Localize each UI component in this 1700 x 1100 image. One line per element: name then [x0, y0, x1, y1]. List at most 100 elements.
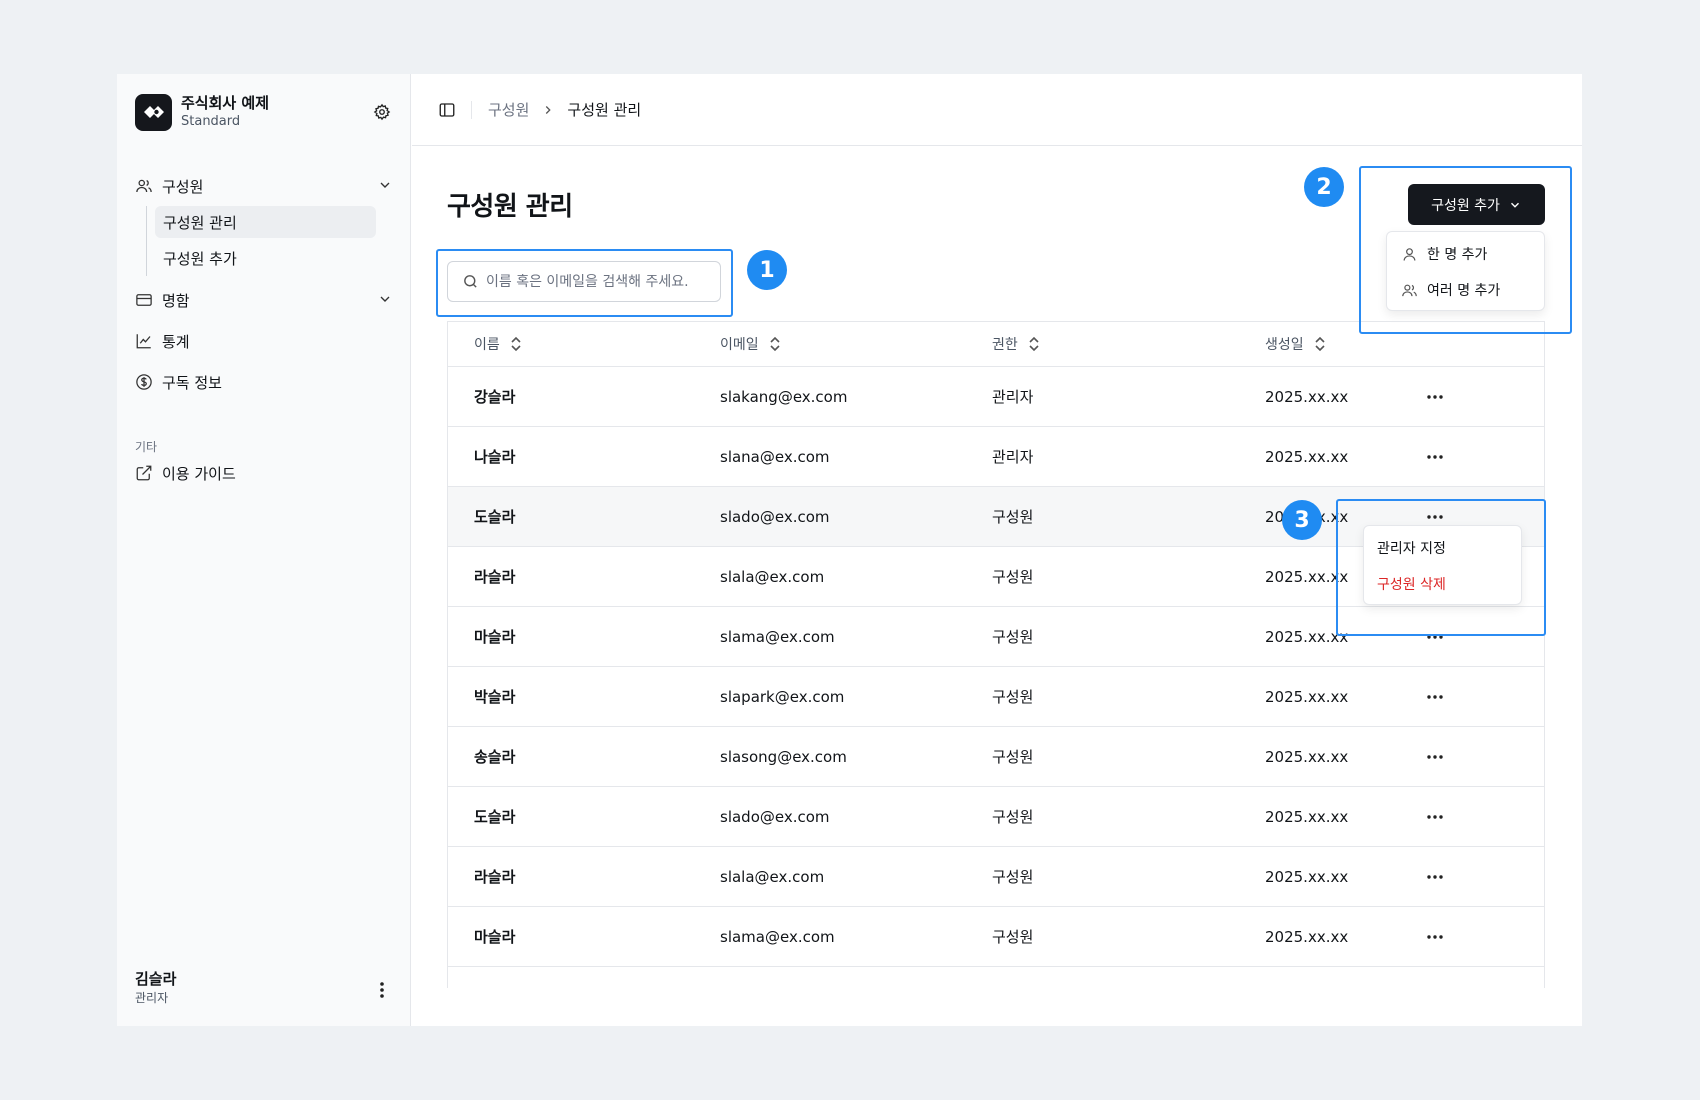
- cell-created: 2025.xx.xx: [1265, 988, 1420, 989]
- menu-item-delete-member[interactable]: 구성원 삭제: [1364, 566, 1521, 602]
- sidebar-item-label: 이용 가이드: [162, 464, 236, 483]
- cell-role: 관리자: [992, 388, 1034, 406]
- column-header-label: 이름: [474, 337, 500, 353]
- add-member-button-label: 구성원 추가: [1431, 197, 1500, 214]
- more-horizontal-icon[interactable]: [1420, 805, 1450, 829]
- search-input[interactable]: [486, 273, 716, 290]
- more-horizontal-icon[interactable]: [1420, 925, 1450, 949]
- more-horizontal-icon[interactable]: [1420, 865, 1450, 889]
- breadcrumb-parent[interactable]: 구성원: [488, 99, 529, 120]
- menu-item-label: 구성원 삭제: [1377, 577, 1446, 593]
- brand-logo-icon: [135, 93, 172, 131]
- more-horizontal-icon[interactable]: [1420, 985, 1450, 989]
- menu-item-label: 한 명 추가: [1427, 247, 1488, 263]
- sort-icon: [1028, 336, 1040, 352]
- annotation-badge-3: 3: [1282, 500, 1322, 540]
- table-row[interactable]: 송슬라 slasong@ex.com 구성원 2025.xx.xx: [448, 727, 1544, 787]
- cell-email: slala@ex.com: [720, 867, 825, 886]
- column-header-role[interactable]: 권한: [992, 334, 1265, 354]
- sidebar-item-label: 구독 정보: [162, 373, 222, 392]
- table-row[interactable]: 마슬라 slama@ex.com 구성원 2025.xx.xx: [448, 607, 1544, 667]
- table-row[interactable]: 박슬라slapark@ex.com구성원2025.xx.xx: [448, 967, 1544, 989]
- top-bar: 구성원 구성원 관리: [412, 74, 1582, 146]
- table-body: 강슬라 slakang@ex.com 관리자 2025.xx.xx 나슬라 slana@e…: [448, 367, 1544, 988]
- cell-role: 구성원: [992, 928, 1034, 946]
- table-row[interactable]: 라슬라 slala@ex.com 구성원 2025.xx.xx: [448, 847, 1544, 907]
- sort-icon: [510, 336, 522, 352]
- user-name: 김슬라: [135, 970, 177, 988]
- annotation-badge-2: 2: [1304, 167, 1344, 207]
- sidebar-item-members[interactable]: 구성원: [135, 173, 393, 199]
- chevron-down-icon[interactable]: [377, 291, 393, 311]
- add-member-button[interactable]: 구성원 추가: [1408, 184, 1545, 225]
- search-icon: [462, 273, 479, 290]
- table-row[interactable]: 박슬라slapark@ex.com구성원2025.xx.xx: [448, 667, 1544, 727]
- add-member-menu: 한 명 추가 여러 명 추가: [1386, 231, 1545, 311]
- cell-email: slado@ex.com: [720, 507, 830, 526]
- sidebar-item-label: 통계: [162, 332, 190, 351]
- cell-name: 박슬라: [474, 688, 516, 706]
- more-vertical-icon[interactable]: [373, 980, 391, 1000]
- row-action-menu: 관리자 지정 구성원 삭제: [1363, 525, 1522, 605]
- more-horizontal-icon[interactable]: [1420, 385, 1450, 409]
- more-horizontal-icon[interactable]: [1420, 745, 1450, 769]
- table-row[interactable]: 강슬라 slakang@ex.com 관리자 2025.xx.xx: [448, 367, 1544, 427]
- breadcrumb: 구성원 구성원 관리: [488, 99, 641, 120]
- menu-item-label: 여러 명 추가: [1427, 283, 1501, 299]
- more-horizontal-icon[interactable]: [1420, 685, 1450, 709]
- cell-name: 도슬라: [474, 508, 516, 526]
- cell-email: slapark@ex.com: [720, 988, 992, 989]
- users-icon: [1401, 282, 1419, 299]
- cell-email: slasong@ex.com: [720, 747, 847, 766]
- page-title: 구성원 관리: [447, 192, 573, 222]
- cell-email: slapark@ex.com: [720, 687, 845, 706]
- cell-email: slala@ex.com: [720, 567, 825, 586]
- divider: [471, 100, 472, 119]
- sidebar-item-stats[interactable]: 통계: [135, 328, 393, 354]
- sidebar-subitem-add-member[interactable]: 구성원 추가: [155, 242, 376, 274]
- external-link-icon: [135, 464, 153, 482]
- column-header-created[interactable]: 생성일: [1265, 334, 1420, 354]
- members-table: 이름 이메일 권한 생성일 강슬라 slakang@ex.com 관리자 2025.x…: [447, 321, 1545, 988]
- cell-role: 구성원: [992, 748, 1034, 766]
- cell-name: 강슬라: [474, 388, 516, 406]
- sidebar: 주식회사 예제 Standard 구성원 구성원 관리 구성원 추가 명함 통계…: [117, 74, 411, 1026]
- menu-item-label: 관리자 지정: [1377, 541, 1446, 557]
- cell-email: slado@ex.com: [720, 807, 830, 826]
- cell-email: slama@ex.com: [720, 927, 835, 946]
- submenu-guide-line: [146, 206, 147, 276]
- gear-icon[interactable]: [372, 102, 392, 122]
- cell-email: slama@ex.com: [720, 627, 835, 646]
- chevron-down-icon[interactable]: [377, 177, 393, 197]
- cell-name: 마슬라: [474, 628, 516, 646]
- cell-role: 구성원: [992, 628, 1034, 646]
- column-header-email[interactable]: 이메일: [720, 334, 992, 354]
- cell-name: 라슬라: [474, 868, 516, 886]
- chevron-down-icon: [1508, 198, 1522, 212]
- plan-name: Standard: [181, 114, 241, 129]
- sort-icon: [769, 336, 781, 352]
- table-row[interactable]: 마슬라 slama@ex.com 구성원 2025.xx.xx: [448, 907, 1544, 967]
- column-header-name[interactable]: 이름: [448, 334, 720, 354]
- search-field[interactable]: [447, 261, 721, 302]
- sidebar-item-cards[interactable]: 명함: [135, 287, 393, 313]
- sidebar-item-subscription[interactable]: 구독 정보: [135, 369, 393, 395]
- more-horizontal-icon[interactable]: [1420, 625, 1450, 649]
- cell-name: 송슬라: [474, 748, 516, 766]
- menu-item-add-one[interactable]: 한 명 추가: [1387, 236, 1544, 272]
- menu-item-add-multiple[interactable]: 여러 명 추가: [1387, 272, 1544, 308]
- table-row[interactable]: 나슬라 slana@ex.com 관리자 2025.xx.xx: [448, 427, 1544, 487]
- sidebar-subitem-member-management[interactable]: 구성원 관리: [155, 206, 376, 238]
- chevron-right-icon: [541, 103, 555, 117]
- cell-name: 박슬라: [448, 986, 720, 988]
- more-horizontal-icon[interactable]: [1420, 445, 1450, 469]
- column-header-label: 권한: [992, 337, 1018, 353]
- table-row[interactable]: 도슬라 slado@ex.com 구성원 2025.xx.xx: [448, 787, 1544, 847]
- menu-item-make-admin[interactable]: 관리자 지정: [1364, 530, 1521, 566]
- cell-role: 구성원: [992, 868, 1034, 886]
- cell-created: 2025.xx.xx: [1265, 747, 1349, 766]
- sidebar-item-guide[interactable]: 이용 가이드: [135, 460, 393, 486]
- cell-role: 구성원: [992, 568, 1034, 586]
- cell-role: 구성원: [992, 688, 1034, 706]
- sidebar-toggle-icon[interactable]: [437, 100, 457, 120]
